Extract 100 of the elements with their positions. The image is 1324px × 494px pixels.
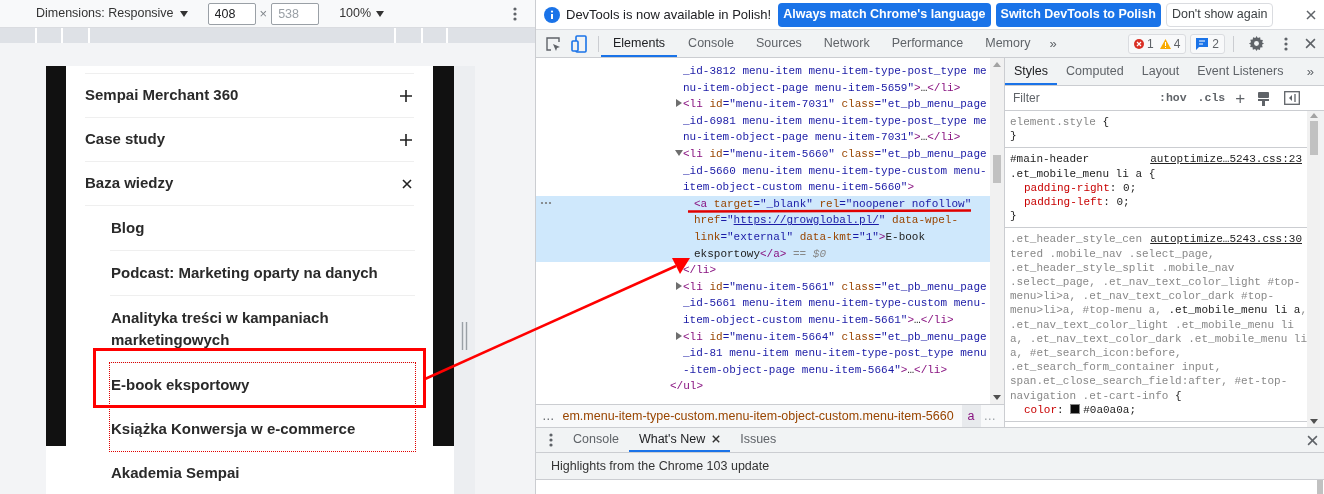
class-toggle-button[interactable]: .cls — [1197, 89, 1226, 107]
close-icon[interactable] — [712, 435, 721, 443]
issues-counter[interactable]: 1 4 — [1127, 33, 1187, 54]
selector-text: menu>li>a, .et_nav_text_color_dark #top- — [1010, 290, 1275, 303]
code-tag: <li — [683, 98, 703, 111]
code-link[interactable]: https://growglobal.pl/ — [733, 214, 879, 227]
selector-text: .et_header_style_split .mobile_nav — [1010, 261, 1235, 274]
menu-item-label: Baza wiedzy — [85, 173, 174, 194]
panel-tab[interactable]: Sources — [745, 30, 813, 57]
code-attribute: target — [712, 197, 754, 210]
submenu-link[interactable]: Blog — [110, 206, 415, 251]
resize-handle[interactable] — [461, 322, 468, 350]
drawer-tab[interactable]: Issues — [730, 428, 787, 452]
scroll-down-icon[interactable] — [1309, 419, 1318, 424]
selector-text: .et_nav_text_color_light .et_mobile_menu li — [1010, 318, 1294, 331]
caret-down-icon[interactable] — [376, 10, 385, 17]
code-tag: </li> — [927, 81, 961, 94]
height-field[interactable]: 538 — [271, 2, 320, 25]
down-triangle-icon[interactable] — [675, 149, 683, 156]
right-triangle-icon[interactable] — [676, 281, 682, 290]
property-value: 0; — [1123, 181, 1137, 194]
code-hint: == $0 — [792, 247, 827, 260]
inspect-icon[interactable] — [545, 35, 561, 52]
info-icon — [544, 6, 560, 23]
code-punctuation: : — [1103, 196, 1111, 208]
right-triangle-icon[interactable] — [676, 99, 682, 108]
breadcrumb-item[interactable]: a — [961, 405, 981, 427]
sidebar-tab[interactable]: Computed — [1057, 58, 1133, 85]
hover-state-button[interactable]: :hov — [1159, 89, 1187, 107]
new-rule-button[interactable]: + — [1235, 89, 1246, 107]
more-tabs-button[interactable]: » — [1306, 61, 1314, 82]
infobar-button[interactable]: Switch DevTools to Polish — [995, 2, 1161, 27]
more-options-icon[interactable] — [1284, 36, 1288, 51]
code-text: … — [914, 313, 921, 326]
sidebar-tab[interactable]: Event Listeners — [1188, 58, 1293, 85]
scrollbar-thumb[interactable] — [1317, 480, 1323, 494]
code-tag: <li — [683, 280, 703, 293]
submenu-link[interactable]: Podcast: Marketing oparty na danych — [110, 251, 415, 296]
more-options-icon[interactable] — [549, 433, 553, 447]
color-swatch[interactable] — [1070, 403, 1081, 414]
code-value: ="menu-item-7031" — [722, 98, 835, 111]
scrollbar-track[interactable] — [990, 58, 1004, 404]
source-link[interactable]: autoptimize…5243.css:23 — [1150, 152, 1302, 167]
submenu-link[interactable]: Akademia Sempai — [110, 451, 415, 494]
close-icon[interactable] — [1306, 9, 1316, 20]
code-tag: </li> — [683, 264, 716, 277]
code-value: _id-81 menu-item menu-item-type-post_type menu — [683, 347, 987, 360]
more-options-icon[interactable] — [513, 6, 517, 21]
drawer-tab[interactable]: Console — [563, 428, 629, 452]
right-triangle-icon[interactable] — [676, 331, 682, 340]
code-value: _id-6981 menu-item menu-item-type-post_type me — [683, 114, 987, 127]
scrollbar-thumb[interactable] — [1309, 121, 1318, 155]
code-punctuation: { — [1101, 116, 1110, 128]
paint-icon[interactable] — [1257, 90, 1271, 106]
caret-down-icon[interactable] — [179, 10, 188, 17]
infobar-button[interactable]: Always match Chrome's language — [778, 2, 991, 27]
scroll-down-icon[interactable] — [993, 395, 1001, 400]
property-value: 0; — [1116, 196, 1130, 208]
submenu-link[interactable]: Analityka treści w kampaniach marketingowych — [110, 296, 415, 363]
sidebar-toggle-icon[interactable] — [1284, 91, 1301, 105]
panel-tab[interactable]: Console — [677, 30, 745, 57]
selector-text: , — [1300, 304, 1307, 317]
scrollbar-thumb[interactable] — [993, 155, 1001, 183]
panel-tab[interactable]: Performance — [880, 30, 975, 57]
breadcrumb-overflow[interactable]: … — [536, 406, 561, 426]
scrollbar-track[interactable] — [1307, 111, 1320, 427]
plus-icon[interactable] — [400, 133, 412, 146]
device-toolbar-icon[interactable] — [571, 34, 587, 53]
settings-icon[interactable] — [1249, 36, 1264, 51]
code-tag: > — [914, 81, 921, 94]
selector-text: .et_mobile_menu li a — [1168, 304, 1301, 317]
plus-icon[interactable] — [400, 89, 412, 102]
selector-text: .et_search_form_container input, — [1010, 361, 1222, 374]
width-field[interactable]: 408 — [207, 2, 256, 25]
sidebar-tab[interactable]: Layout — [1132, 58, 1189, 85]
code-attribute: link — [694, 230, 721, 243]
close-icon[interactable] — [402, 178, 412, 189]
infobar-button[interactable]: Don't show again — [1165, 2, 1274, 27]
submenu-link[interactable]: Książka Konwersja w e-commerce — [110, 407, 415, 451]
more-icon[interactable] — [540, 200, 552, 205]
code-attribute: id — [708, 98, 723, 111]
panel-tab[interactable]: Network — [812, 30, 881, 57]
panel-tab[interactable]: Memory — [974, 30, 1042, 57]
code-punctuation: { — [1147, 167, 1156, 180]
selector-text: tered .mobile_nav .select_page, — [1010, 247, 1215, 260]
messages-counter[interactable]: 2 — [1190, 33, 1225, 54]
zoom-label[interactable]: 100% — [339, 4, 372, 23]
submenu-link[interactable]: E-book eksportowy — [110, 363, 415, 407]
source-link[interactable]: autoptimize…5243.css:30 — [1150, 232, 1302, 247]
breadcrumb-item[interactable]: em.menu-item-type-custom.menu-item-object-custom.menu-item-5660 — [560, 406, 954, 426]
code-value: ="menu-item-5660" — [722, 147, 835, 160]
sidebar-tab[interactable]: Styles — [1005, 58, 1058, 85]
menu-item[interactable]: Baza wiedzy — [85, 162, 414, 206]
dimensions-label[interactable]: Dimensions: Responsive — [36, 4, 174, 23]
property-name: padding-right — [1024, 181, 1110, 194]
message-icon — [1196, 37, 1209, 50]
code-attribute: data-kmt — [798, 230, 853, 243]
menu-item[interactable]: Case study — [85, 118, 414, 162]
menu-item[interactable]: Sempai Merchant 360 — [85, 74, 414, 118]
more-tabs-button[interactable]: » — [1041, 33, 1065, 54]
